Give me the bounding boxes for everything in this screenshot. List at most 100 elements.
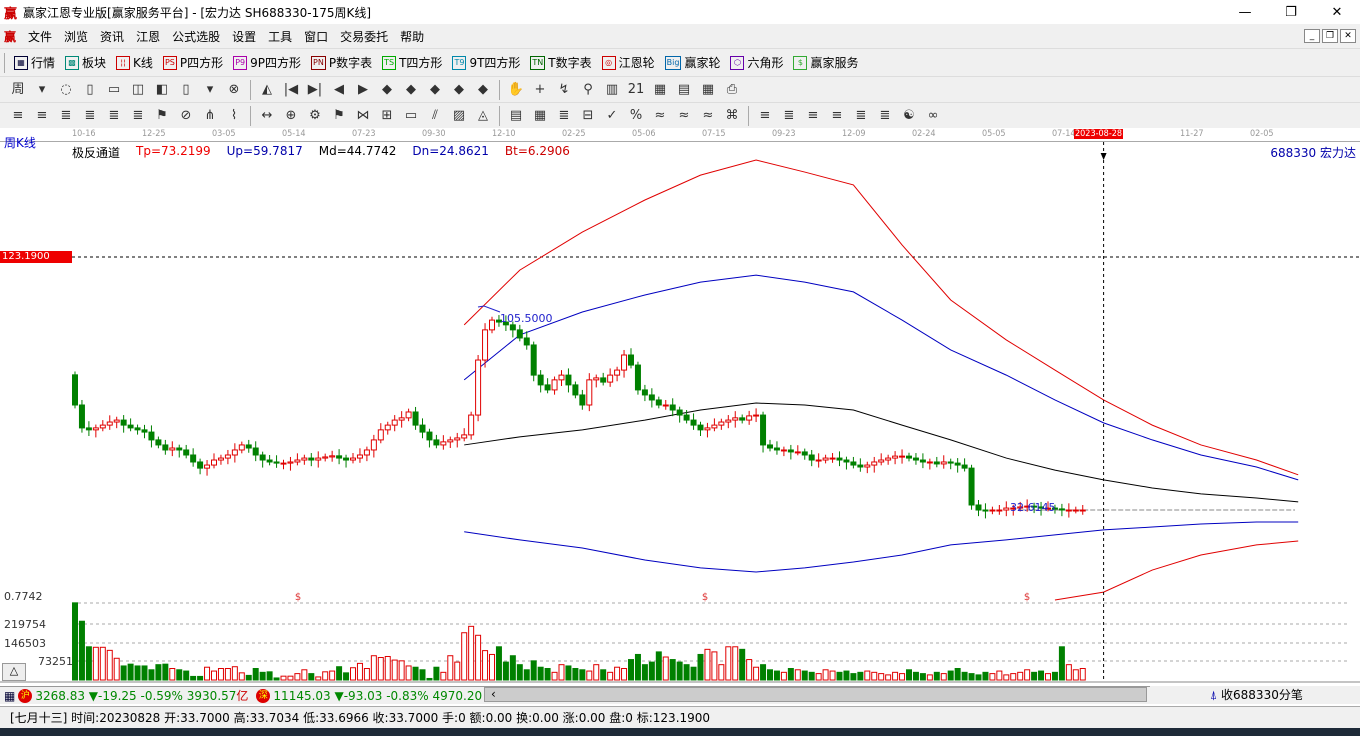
tool-icon[interactable]: ≡ (827, 106, 847, 126)
tool-icon[interactable]: ▥ (602, 80, 622, 100)
toolbar-button[interactable]: ◎ 江恩轮 (597, 54, 660, 71)
tool-icon[interactable]: ⌘ (722, 106, 742, 126)
tool-icon[interactable]: ↔ (257, 106, 277, 126)
tool-icon[interactable]: ≣ (104, 106, 124, 126)
dividend-marker[interactable]: $ (295, 592, 301, 603)
menu-item[interactable]: 文件 (22, 28, 58, 45)
tool-icon[interactable]: ✓ (602, 106, 622, 126)
kline-chart[interactable]: 105.5000 32.6145 $ $ $ (0, 142, 1360, 686)
menu-item[interactable]: 工具 (262, 28, 298, 45)
tool-icon[interactable]: ▯ (176, 80, 196, 100)
tool-icon[interactable]: ⊞ (377, 106, 397, 126)
tool-icon[interactable]: ≡ (803, 106, 823, 126)
dividend-marker[interactable]: $ (1024, 592, 1030, 603)
tool-icon[interactable]: ⚲ (578, 80, 598, 100)
close-button[interactable]: ✕ (1314, 5, 1360, 20)
sh-index-quote[interactable]: 3268.83 ▼-19.25 -0.59% 3930.57 (35, 689, 236, 703)
tool-icon[interactable]: ▦ (650, 80, 670, 100)
toolbar-button[interactable]: Big 赢家轮 (660, 54, 726, 71)
tool-icon[interactable]: ≣ (851, 106, 871, 126)
toolbar-button[interactable]: TN T数字表 (525, 54, 596, 71)
menu-item[interactable]: 浏览 (58, 28, 94, 45)
tool-icon[interactable]: ◧ (152, 80, 172, 100)
tool-icon[interactable]: ≣ (128, 106, 148, 126)
tool-icon[interactable]: 21 (626, 80, 646, 100)
tool-icon[interactable]: ▾ (32, 80, 52, 100)
tool-icon[interactable]: ◆ (425, 80, 445, 100)
tool-icon[interactable]: ◆ (401, 80, 421, 100)
toolbar-button[interactable]: TS T四方形 (377, 54, 447, 71)
menu-item[interactable]: 交易委托 (334, 28, 394, 45)
tool-icon[interactable]: ↯ (554, 80, 574, 100)
tool-icon[interactable]: ∞ (923, 106, 943, 126)
tool-icon[interactable]: ◫ (128, 80, 148, 100)
mdi-minimize-button[interactable]: _ (1304, 29, 1320, 43)
tool-icon[interactable]: ▾ (200, 80, 220, 100)
tool-icon[interactable]: ⊘ (176, 106, 196, 126)
toolbar-button[interactable]: ▩ 板块 (60, 54, 111, 71)
tick-data-button[interactable]: ⍋ 收688330分笔 (1150, 686, 1360, 704)
tool-icon[interactable]: ≣ (56, 106, 76, 126)
mdi-close-button[interactable]: ✕ (1340, 29, 1356, 43)
tool-icon[interactable]: ◬ (473, 106, 493, 126)
tool-icon[interactable]: ⊗ (224, 80, 244, 100)
tool-icon[interactable]: ☯ (899, 106, 919, 126)
dividend-marker[interactable]: $ (702, 592, 708, 603)
tool-icon[interactable]: ≡ (8, 106, 28, 126)
horizontal-scrollbar[interactable]: ‹ › (484, 687, 1172, 702)
tool-icon[interactable]: ▤ (506, 106, 526, 126)
tool-icon[interactable]: ◆ (377, 80, 397, 100)
tool-icon[interactable]: ≡ (755, 106, 775, 126)
toolbar-button[interactable]: PS P四方形 (158, 54, 228, 71)
quote-table-icon[interactable]: ▦ (4, 689, 15, 703)
tool-icon[interactable]: ≡ (32, 106, 52, 126)
tool-icon[interactable]: ⌇ (224, 106, 244, 126)
tool-icon[interactable]: ≈ (650, 106, 670, 126)
tool-icon[interactable]: ⎙ (722, 80, 742, 100)
toolbar-button[interactable]: ¦¦ K线 (111, 54, 158, 71)
tool-icon[interactable]: % (626, 106, 646, 126)
toolbar-button[interactable]: ▦ 行情 (9, 54, 60, 71)
tool-icon[interactable]: + (530, 80, 550, 100)
menu-item[interactable]: 帮助 (394, 28, 430, 45)
tool-icon[interactable]: ⊕ (281, 106, 301, 126)
tool-icon[interactable]: ✋ (506, 80, 526, 100)
tool-icon[interactable]: ≈ (698, 106, 718, 126)
tool-icon[interactable]: ⚑ (152, 106, 172, 126)
toolbar-button[interactable]: T9 9T四方形 (447, 54, 525, 71)
minimize-button[interactable]: — (1222, 5, 1268, 20)
tool-icon[interactable]: ≣ (875, 106, 895, 126)
tool-icon[interactable]: ⊟ (578, 106, 598, 126)
menu-item[interactable]: 设置 (226, 28, 262, 45)
collapse-panel-button[interactable]: △ (2, 663, 26, 681)
tool-icon[interactable]: ⋈ (353, 106, 373, 126)
tool-icon[interactable]: ▤ (674, 80, 694, 100)
tool-icon[interactable]: ▶| (305, 80, 325, 100)
toolbar-button[interactable]: ⬡ 六角形 (725, 54, 788, 71)
menu-item[interactable]: 公式选股 (166, 28, 226, 45)
tool-icon[interactable]: ≣ (80, 106, 100, 126)
tool-icon[interactable]: |◀ (281, 80, 301, 100)
scroll-left-button[interactable]: ‹ (491, 687, 496, 701)
tool-icon[interactable]: ⫽ (425, 106, 445, 126)
mdi-restore-button[interactable]: ❐ (1322, 29, 1338, 43)
tool-icon[interactable]: ≣ (554, 106, 574, 126)
tool-icon[interactable]: ◭ (257, 80, 277, 100)
tool-icon[interactable]: ◆ (473, 80, 493, 100)
tool-icon[interactable]: ⚑ (329, 106, 349, 126)
toolbar-button[interactable]: P9 9P四方形 (228, 54, 306, 71)
sz-index-quote[interactable]: 11145.03 ▼-93.03 -0.83% 4970.20 (273, 689, 482, 703)
tool-icon[interactable]: ◆ (449, 80, 469, 100)
tool-icon[interactable]: ≣ (779, 106, 799, 126)
tool-icon[interactable]: ▭ (104, 80, 124, 100)
tool-icon[interactable]: ▦ (530, 106, 550, 126)
tool-icon[interactable]: ▯ (80, 80, 100, 100)
menu-item[interactable]: 窗口 (298, 28, 334, 45)
tool-icon[interactable]: ⋔ (200, 106, 220, 126)
tool-icon[interactable]: ▶ (353, 80, 373, 100)
tool-icon[interactable]: ▨ (449, 106, 469, 126)
tool-icon[interactable]: ▭ (401, 106, 421, 126)
tool-icon[interactable]: ◌ (56, 80, 76, 100)
tool-icon[interactable]: ≈ (674, 106, 694, 126)
tool-icon[interactable]: ⚙ (305, 106, 325, 126)
